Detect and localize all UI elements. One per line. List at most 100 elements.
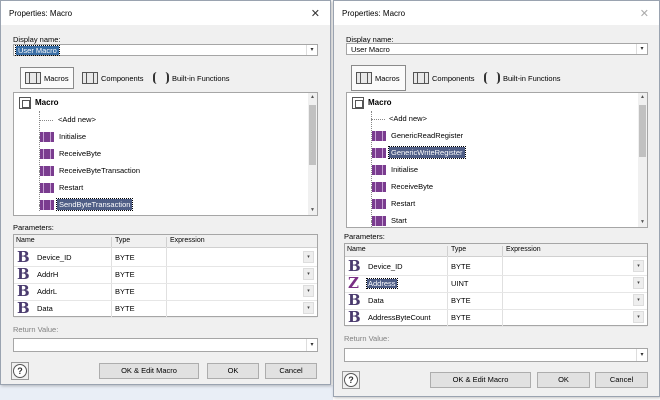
display-name-value: User Macro bbox=[15, 45, 60, 56]
macro-block-icon bbox=[372, 182, 386, 193]
expression-dropdown-icon[interactable]: ▾ bbox=[633, 311, 644, 323]
expression-dropdown-icon[interactable]: ▾ bbox=[303, 251, 314, 263]
display-name-label: Display name: bbox=[13, 35, 61, 44]
return-value-select[interactable]: ▾ bbox=[13, 338, 318, 352]
ok-edit-macro-button[interactable]: OK & Edit Macro bbox=[430, 372, 531, 388]
macro-folder-icon bbox=[352, 97, 364, 109]
tree-item-label: Initialise bbox=[59, 132, 87, 141]
chevron-down-icon[interactable]: ▾ bbox=[636, 349, 647, 361]
expression-dropdown-icon[interactable]: ▾ bbox=[303, 285, 314, 297]
byte-type-icon: B bbox=[17, 265, 30, 283]
expression-dropdown-icon[interactable]: ▾ bbox=[303, 268, 314, 280]
cancel-button[interactable]: Cancel bbox=[265, 363, 317, 379]
tree-item-label: Restart bbox=[59, 183, 84, 192]
tree-item[interactable]: Restart bbox=[372, 199, 417, 210]
column-header: Type bbox=[115, 237, 131, 244]
macro-block-icon bbox=[356, 72, 372, 84]
display-name-field[interactable]: User Macro ▾ bbox=[13, 44, 318, 56]
tab-built-in-functions[interactable]: Built-in Functions bbox=[480, 67, 572, 89]
tree-item[interactable]: ReceiveByte bbox=[372, 182, 435, 193]
param-type: UINT bbox=[451, 279, 469, 288]
table-row[interactable]: B Data BYTE ▾ bbox=[345, 292, 647, 310]
tree-item-selected[interactable]: SendByteTransaction bbox=[40, 198, 134, 211]
macro-folder-icon bbox=[19, 97, 31, 109]
table-row[interactable]: B Device_ID BYTE ▾ bbox=[345, 258, 647, 276]
param-type: BYTE bbox=[115, 270, 135, 279]
tree-item[interactable]: Start bbox=[372, 216, 409, 227]
macro-tree[interactable]: Macro <Add new> GenericReadRegister Gene… bbox=[346, 92, 648, 228]
table-row[interactable]: B Device_ID BYTE ▾ bbox=[14, 249, 317, 267]
tree-item-label: Start bbox=[391, 216, 407, 225]
help-icon[interactable]: ? bbox=[344, 373, 358, 387]
table-row[interactable]: B AddrL BYTE ▾ bbox=[14, 283, 317, 301]
ok-edit-macro-button[interactable]: OK & Edit Macro bbox=[99, 363, 199, 379]
table-row[interactable]: B AddrH BYTE ▾ bbox=[14, 266, 317, 284]
tab-components[interactable]: Components bbox=[78, 67, 150, 89]
param-name: Device_ID bbox=[37, 253, 72, 262]
ok-button[interactable]: OK bbox=[537, 372, 590, 388]
macro-block-icon bbox=[40, 132, 54, 143]
component-block-icon bbox=[82, 72, 98, 84]
tree-item[interactable]: Restart bbox=[40, 183, 85, 194]
expression-dropdown-icon[interactable]: ▾ bbox=[303, 302, 314, 314]
macro-block-icon bbox=[40, 200, 54, 211]
tab-label: Built-in Functions bbox=[172, 73, 230, 83]
macro-tree[interactable]: Macro <Add new> Initialise ReceiveByte R… bbox=[13, 92, 318, 216]
expression-dropdown-icon[interactable]: ▾ bbox=[633, 260, 644, 272]
macro-properties-dialog-right: Properties: Macro ✕ Display name: User M… bbox=[333, 0, 660, 397]
table-row[interactable]: B Data BYTE ▾ bbox=[14, 300, 317, 318]
tree-item[interactable]: GenericReadRegister bbox=[372, 131, 465, 142]
scroll-up-icon[interactable]: ▲ bbox=[638, 93, 647, 102]
tree-item-label: Initialise bbox=[391, 165, 419, 174]
tree-item[interactable]: ReceiveByteTransaction bbox=[40, 166, 142, 177]
tree-scrollbar[interactable]: ▲ ▼ bbox=[308, 93, 317, 215]
tab-macros[interactable]: Macros bbox=[20, 67, 74, 89]
return-value-select[interactable]: ▾ bbox=[344, 348, 648, 362]
display-name-field[interactable]: User Macro ▾ bbox=[346, 43, 648, 55]
tab-built-in-functions[interactable]: Built-in Functions bbox=[149, 67, 239, 89]
expression-dropdown-icon[interactable]: ▾ bbox=[633, 294, 644, 306]
column-header: Name bbox=[16, 237, 35, 244]
tab-components[interactable]: Components bbox=[409, 67, 481, 89]
tree-item-label: ReceiveByteTransaction bbox=[59, 166, 141, 175]
tab-macros[interactable]: Macros bbox=[351, 65, 406, 91]
scroll-thumb[interactable] bbox=[309, 105, 316, 165]
tree-item[interactable]: Initialise bbox=[372, 165, 420, 176]
close-icon[interactable]: ✕ bbox=[311, 7, 320, 20]
tree-item-selected[interactable]: GenericWriteRegister bbox=[372, 146, 466, 159]
scroll-thumb[interactable] bbox=[639, 105, 646, 157]
chevron-down-icon[interactable]: ▾ bbox=[306, 45, 317, 55]
chevron-down-icon[interactable]: ▾ bbox=[636, 44, 647, 54]
scroll-down-icon[interactable]: ▼ bbox=[638, 218, 647, 227]
table-row-selected[interactable]: Z Address UINT ▾ bbox=[345, 275, 647, 293]
param-type: BYTE bbox=[115, 253, 135, 262]
tab-label: Built-in Functions bbox=[503, 73, 561, 83]
tree-add-new[interactable]: <Add new> bbox=[56, 115, 98, 124]
column-header: Type bbox=[451, 246, 467, 253]
param-name: AddrL bbox=[37, 287, 58, 296]
help-icon[interactable]: ? bbox=[13, 364, 27, 378]
tree-root-label: Macro bbox=[368, 98, 392, 108]
cancel-button[interactable]: Cancel bbox=[595, 372, 648, 388]
tab-label: Components bbox=[432, 73, 475, 83]
param-name: AddrH bbox=[37, 270, 59, 279]
tree-root-label: Macro bbox=[35, 98, 59, 108]
scroll-up-icon[interactable]: ▲ bbox=[308, 93, 317, 102]
table-row[interactable]: B AddressByteCount BYTE ▾ bbox=[345, 309, 647, 327]
scroll-down-icon[interactable]: ▼ bbox=[308, 206, 317, 215]
tree-add-new[interactable]: <Add new> bbox=[387, 114, 429, 123]
param-name: Device_ID bbox=[368, 262, 403, 271]
expression-dropdown-icon[interactable]: ▾ bbox=[633, 277, 644, 289]
chevron-down-icon[interactable]: ▾ bbox=[306, 339, 317, 351]
tree-item-label: Restart bbox=[391, 199, 416, 208]
tree-item-label: ReceiveByte bbox=[391, 182, 434, 191]
return-value-label: Return Value: bbox=[344, 334, 390, 343]
tree-item[interactable]: ReceiveByte bbox=[40, 149, 103, 160]
tree-item-label: GenericReadRegister bbox=[391, 131, 464, 140]
close-icon[interactable]: ✕ bbox=[640, 7, 649, 20]
tree-scrollbar[interactable]: ▲ ▼ bbox=[638, 93, 647, 227]
tree-item[interactable]: Initialise bbox=[40, 132, 88, 143]
macro-block-icon bbox=[372, 165, 386, 176]
tab-label: Macros bbox=[44, 73, 69, 83]
ok-button[interactable]: OK bbox=[207, 363, 259, 379]
